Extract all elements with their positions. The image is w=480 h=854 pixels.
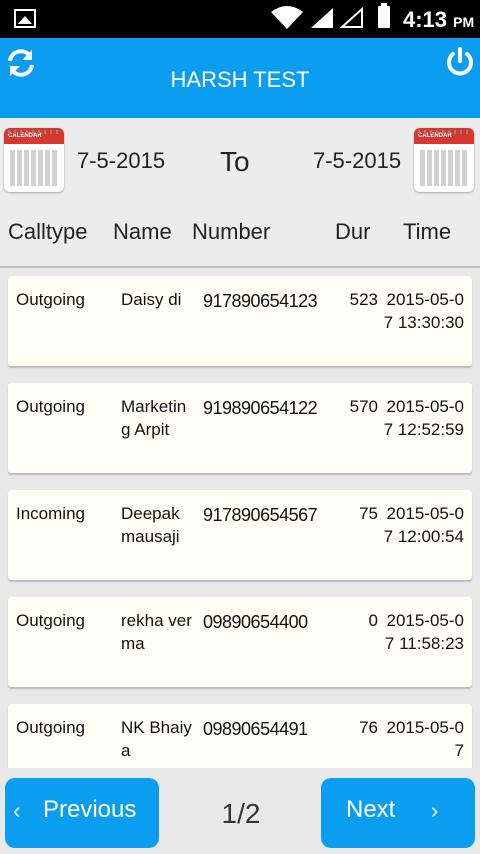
next-button[interactable]: Next › <box>321 778 475 848</box>
signal-icon <box>311 8 333 28</box>
calendar-icon[interactable]: CALENDAR <box>414 128 474 192</box>
calendar-icon[interactable]: CALENDAR <box>4 128 64 192</box>
status-bar: 4:13 PM <box>0 0 480 38</box>
date-filter: CALENDAR 7-5-2015 To 7-5-2015 CALENDAR <box>0 118 480 205</box>
status-clock: 4:13 PM <box>403 7 475 32</box>
list-item[interactable]: Outgoing NK Bhaiya 09890654491 76 2015-0… <box>8 704 472 768</box>
gallery-icon <box>14 9 36 28</box>
signal-empty-icon <box>340 7 363 28</box>
list-item[interactable]: Outgoing rekha verma 09890654400 0 2015-… <box>8 597 472 687</box>
to-date[interactable]: 7-5-2015 <box>313 148 401 174</box>
call-list[interactable]: Outgoing Daisy di 917890654123 523 2015-… <box>0 268 480 768</box>
from-date[interactable]: 7-5-2015 <box>77 148 165 174</box>
app-bar: HARSH TEST <box>0 38 480 118</box>
header-name: Name <box>113 219 172 244</box>
wifi-icon <box>271 6 303 29</box>
list-item[interactable]: Outgoing Daisy di 917890654123 523 2015-… <box>8 276 472 366</box>
to-label: To <box>220 146 250 177</box>
chevron-left-icon: ‹ <box>13 798 21 823</box>
list-item[interactable]: Outgoing Marketing Arpit 919890654122 57… <box>8 383 472 473</box>
battery-icon <box>378 3 390 28</box>
previous-button[interactable]: ‹ Previous <box>5 778 159 848</box>
column-headers: Calltype Name Number Dur Time <box>0 204 480 268</box>
chevron-right-icon: › <box>431 798 439 823</box>
header-dur: Dur <box>335 219 371 244</box>
list-item[interactable]: Incoming Deepak mausaji 917890654567 75 … <box>8 490 472 580</box>
header-number: Number <box>192 219 271 244</box>
header-calltype: Calltype <box>8 219 88 244</box>
power-icon[interactable] <box>444 46 476 78</box>
page-title: HARSH TEST <box>170 67 310 92</box>
page-indicator: 1/2 <box>221 798 261 829</box>
header-time: Time <box>403 219 452 244</box>
